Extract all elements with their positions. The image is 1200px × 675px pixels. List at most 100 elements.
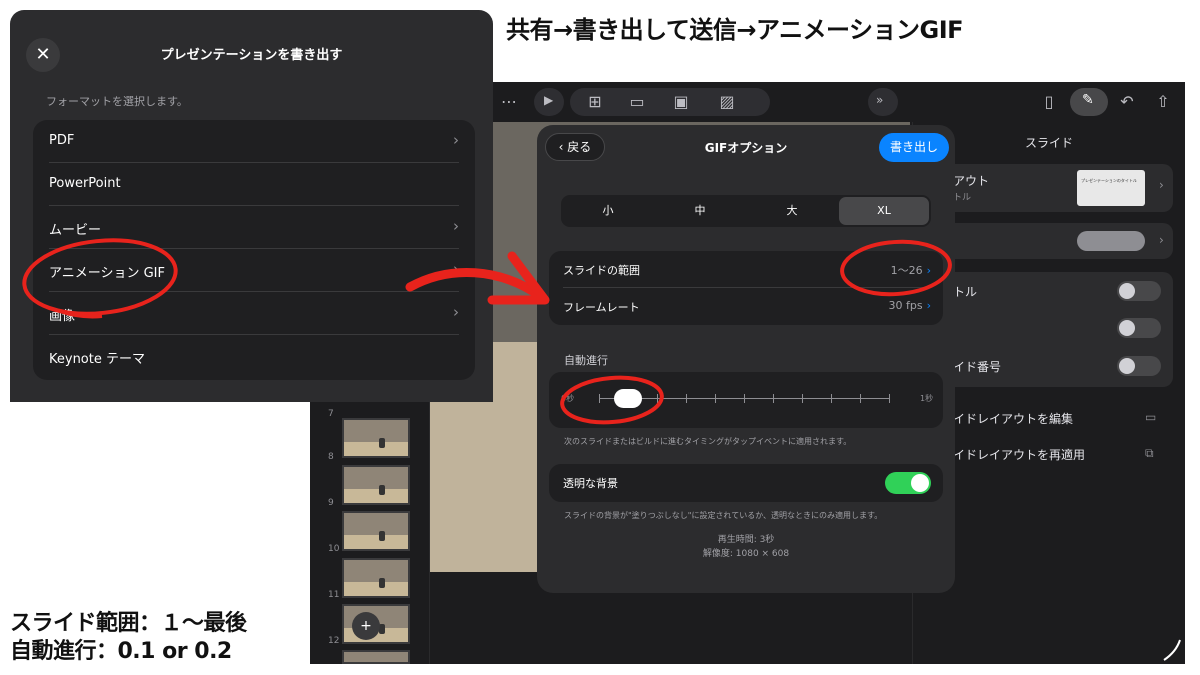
slide-number: 11 [328,590,340,600]
share-icon[interactable]: ⇧ [1150,90,1176,114]
slider-tick [889,394,890,403]
chevron-right-icon: › [453,260,459,278]
add-slide-icon[interactable]: ⊞ [582,90,608,114]
slide-number: 10 [328,544,340,554]
slide-thumbnail[interactable] [342,558,410,598]
transparent-toggle[interactable] [885,472,931,494]
auto-advance-card: 0秒 1秒 [549,372,943,428]
chevron-right-icon: › [1159,178,1164,192]
reapply-layout-button[interactable]: イドレイアウトを再適用 [953,446,1085,463]
format-item-movie[interactable]: ムービー › [49,206,459,249]
chevron-right-icon: › [1159,233,1164,247]
export-format-dialog: プレゼンテーションを書き出す ✕ フォーマットを選択します。 PDF › Powe… [10,10,493,402]
slide-range-label: スライドの範囲 [563,264,640,277]
slide-number: 9 [328,498,334,508]
layout-reapply-icon: ⧉ [1145,446,1154,460]
media-icon[interactable]: ▨ [714,90,740,114]
slider-min-label: 0秒 [561,394,575,403]
size-large-option[interactable]: 大 [747,197,837,225]
size-medium-option[interactable]: 中 [655,197,745,225]
frame-rate-row[interactable]: フレームレート 30 fps › [563,288,931,325]
background-row[interactable]: › [933,223,1173,259]
slider-tick [773,394,774,403]
format-label: PDF [49,133,75,148]
size-xl-option[interactable]: XL [839,197,929,225]
layout-sublabel: トル [953,193,972,203]
dialog-title: プレゼンテーションを書き出す [160,48,343,63]
chevron-right-icon: › [926,299,931,312]
format-label: Keynote テーマ [49,352,145,367]
slider-tick [802,394,803,403]
delete-icon[interactable]: ▯ [1036,90,1062,114]
slider-max-label: 1秒 [920,394,934,403]
chevron-right-icon: › [926,264,931,277]
chevron-right-icon: › [453,303,459,321]
slider-knob[interactable] [614,389,642,408]
frame-rate-label: フレームレート [563,301,640,314]
range-card: スライドの範囲 1〜26 › フレームレート 30 fps › [549,251,943,325]
layout-row[interactable]: アウト トル プレゼンテーションのタイトル › [933,164,1173,212]
caption-auto-advance: 自動進行：0.1 or 0.2 [10,639,232,664]
title-toggle[interactable] [1117,281,1161,301]
export-button[interactable]: 書き出し [879,133,949,162]
format-label: 画像 [49,309,76,324]
transparent-card: 透明な背景 [549,464,943,502]
format-hint: フォーマットを選択します。 [46,95,188,108]
slide-number: 8 [328,452,334,462]
edit-layout-button[interactable]: イドレイアウトを編集 [953,410,1073,427]
collapse-button[interactable]: » [868,88,898,116]
close-icon: ✕ [35,44,51,65]
background-swatch[interactable] [1077,231,1145,251]
resolution-text: 解像度: 1080 × 608 [702,549,790,559]
table-icon[interactable]: ▭ [624,90,650,114]
slide-thumbnail[interactable] [342,650,410,664]
format-label: アニメーション GIF [49,266,165,281]
format-item-images[interactable]: 画像 › [49,292,459,335]
page-heading: 共有→書き出して送信→アニメーションGIF [506,16,964,44]
slide-thumbnail[interactable] [342,465,410,505]
slide-number-toggle[interactable] [1117,356,1161,376]
sidebar-header: スライド [1025,136,1074,150]
slide-range-value: 1〜26 [890,264,923,277]
slide-thumbnail[interactable] [342,418,410,458]
transparent-label: 透明な背景 [563,477,618,490]
format-label: ムービー [49,223,102,238]
layout-edit-icon: ▭ [1145,410,1157,424]
title-toggle-label: トル [953,285,978,299]
format-label: PowerPoint [49,176,121,191]
format-item-keynote-theme[interactable]: Keynote テーマ [49,335,459,378]
close-button[interactable]: ✕ [26,38,60,72]
format-item-pdf[interactable]: PDF › [49,120,459,163]
slider-tick [744,394,745,403]
layout-thumb-text: プレゼンテーションのタイトル [1081,178,1137,183]
duration-text: 再生時間: 3秒 [717,535,775,545]
body-toggle[interactable] [1117,318,1161,338]
size-small-option[interactable]: 小 [563,197,653,225]
auto-advance-note: 次のスライドまたはビルドに進むタイミングがタップイベントに適用されます。 [564,437,852,446]
play-button[interactable]: ▶ [534,88,564,116]
slide-number-label: イド番号 [953,360,1002,374]
slider-tick [860,394,861,403]
slider-tick [715,394,716,403]
format-button[interactable]: ✎ [1070,88,1108,116]
slide-thumbnail[interactable] [342,511,410,551]
frame-rate-value: 30 fps [888,299,923,312]
gif-options-dialog: ‹ 戻る GIFオプション 書き出し 小 中 大 XL スライドの範囲 1〜26… [537,125,955,593]
format-item-powerpoint[interactable]: PowerPoint [49,163,459,206]
chevron-right-icon: › [453,217,459,235]
more-icon[interactable]: ⋯ [496,90,522,114]
layout-label: アウト [953,174,990,188]
format-list: PDF › PowerPoint ムービー › アニメーション GIF › 画像 › K… [33,120,475,380]
chart-icon[interactable]: ▣ [668,90,694,114]
transparent-row: 透明な背景 [563,464,931,501]
format-item-animated-gif[interactable]: アニメーション GIF › [49,249,459,292]
undo-icon[interactable]: ↶ [1114,90,1140,114]
appearance-group: トル イド番号 [933,272,1173,387]
add-slide-button[interactable]: + [352,612,380,640]
chevron-right-icon: › [453,131,459,149]
slide-number: 12 [328,636,340,646]
slide-range-row[interactable]: スライドの範囲 1〜26 › [563,251,931,288]
transparent-note: スライドの背景が"塗りつぶしなし"に設定されているか、透明なときにのみ適用します… [564,511,883,520]
layout-thumbnail: プレゼンテーションのタイトル [1077,170,1145,206]
slider-tick [657,394,658,403]
